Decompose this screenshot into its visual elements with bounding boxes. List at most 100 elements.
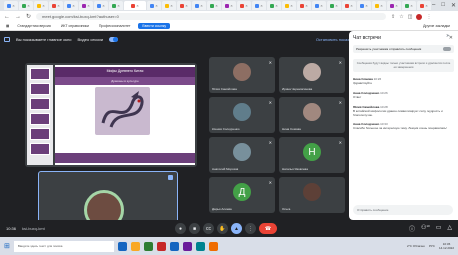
extensions-icon[interactable]: ◫	[408, 14, 413, 20]
url-field[interactable]: meet.google.com/ksi-buxq-kmt?authuser=0	[36, 13, 387, 20]
browser-tab[interactable]: ×	[387, 1, 401, 10]
participant-tile[interactable]: Ольга	[279, 177, 345, 213]
slide-thumbnail[interactable]	[30, 113, 50, 125]
browser-tab[interactable]: ×	[372, 1, 386, 10]
participant-tile[interactable]: ✕ Ирина Черемисинова	[279, 57, 345, 93]
close-tab-icon[interactable]: ×	[320, 3, 322, 8]
mic-icon[interactable]: ●	[175, 223, 186, 234]
close-tab-icon[interactable]: ×	[410, 3, 412, 8]
forward-icon[interactable]: →	[15, 14, 21, 20]
browser-tab[interactable]: ×	[267, 1, 281, 10]
weather-label[interactable]: 2°C Облачно	[407, 244, 425, 248]
profile-avatar[interactable]	[416, 13, 423, 20]
browser-tab[interactable]: ×	[49, 1, 63, 10]
taskbar-app-icon[interactable]	[143, 241, 153, 251]
bookmark-highlighted[interactable]: Ввести ссылку	[138, 23, 171, 29]
browser-tab[interactable]: ×	[402, 1, 416, 10]
taskbar-app-icon[interactable]	[130, 241, 140, 251]
present-icon[interactable]: ▲	[231, 223, 242, 234]
back-icon[interactable]: ←	[4, 14, 10, 20]
minimize-icon[interactable]: –	[432, 2, 435, 9]
browser-tab[interactable]: ×	[222, 1, 236, 10]
taskbar-search-input[interactable]: Введите здесь текст для поиска	[13, 240, 114, 252]
more-options-icon[interactable]: ⋮	[245, 223, 256, 234]
close-tab-icon[interactable]: ×	[57, 3, 59, 8]
browser-tab[interactable]: ×	[252, 1, 266, 10]
browser-tab[interactable]: ×	[192, 1, 206, 10]
close-tab-icon[interactable]: ×	[275, 3, 277, 8]
browser-tab[interactable]: ×	[327, 1, 341, 10]
browser-tab[interactable]: ×	[297, 1, 311, 10]
close-tab-icon[interactable]: ×	[42, 3, 44, 8]
chat-message-input[interactable]: Отправить сообщение	[353, 205, 453, 215]
slide-thumbnail[interactable]	[30, 143, 50, 155]
browser-tab[interactable]: ×	[19, 1, 33, 10]
other-bookmarks[interactable]: Другие закладки	[421, 23, 452, 29]
close-tab-icon[interactable]: ×	[215, 3, 217, 8]
chat-icon[interactable]: ▭	[436, 224, 442, 233]
close-tab-icon[interactable]: ×	[425, 3, 427, 8]
close-tab-icon[interactable]: ×	[365, 3, 367, 8]
browser-tab[interactable]: ×	[237, 1, 251, 10]
slide-thumbnail[interactable]	[30, 98, 50, 110]
slide-thumbnail[interactable]	[30, 128, 50, 140]
browser-tab[interactable]: ×	[94, 1, 108, 10]
reload-icon[interactable]: ↻	[26, 13, 31, 20]
close-tab-icon[interactable]: ×	[200, 3, 202, 8]
browser-tab[interactable]: ×	[162, 1, 176, 10]
captions-icon[interactable]: cc	[203, 223, 214, 234]
close-tab-icon[interactable]: ×	[395, 3, 397, 8]
close-tab-icon[interactable]: ×	[27, 3, 29, 8]
slide-thumbnail[interactable]	[30, 83, 50, 95]
star-icon[interactable]: ☆	[399, 14, 403, 20]
close-tab-icon[interactable]: ×	[260, 3, 262, 8]
language-label[interactable]: РУС	[429, 244, 435, 248]
participant-tile[interactable]: ✕ Нина Сомова	[279, 97, 345, 133]
close-tab-icon[interactable]: ×	[335, 3, 337, 8]
bookmark-item[interactable]: ИКТ справочники	[59, 23, 91, 29]
browser-tab[interactable]: ×	[207, 1, 221, 10]
close-tab-icon[interactable]: ×	[185, 3, 187, 8]
windows-start-icon[interactable]: ⊞	[4, 242, 10, 250]
participant-tile[interactable]: ✕ Ксения Солодченко	[209, 97, 275, 133]
present-toggle[interactable]	[109, 37, 119, 42]
share-icon[interactable]: ⇪	[391, 14, 395, 20]
close-tab-icon[interactable]: ×	[102, 3, 104, 8]
send-icon[interactable]: ➤	[446, 33, 450, 213]
browser-tab[interactable]: ×	[282, 1, 296, 10]
info-icon[interactable]: ⓘ	[409, 224, 415, 233]
close-tab-icon[interactable]: ×	[87, 3, 89, 8]
participant-tile[interactable]: Н ✕ Наталья Яковлева	[279, 137, 345, 173]
taskbar-app-icon[interactable]	[195, 241, 205, 251]
participant-tile[interactable]: ✕ Юлия Самойлова	[209, 57, 275, 93]
close-tab-icon[interactable]: ×	[72, 3, 74, 8]
clock[interactable]: 10:36 14.12.2022	[439, 242, 454, 250]
browser-tab[interactable]: ×	[109, 1, 123, 10]
hang-up-button[interactable]: ☎	[259, 223, 277, 234]
participant-tile[interactable]: Д ✕ Дарья Алиева	[209, 177, 275, 213]
browser-tab[interactable]: ×	[79, 1, 93, 10]
browser-tab[interactable]: ×	[124, 1, 146, 10]
browser-tab[interactable]: ×	[34, 1, 48, 10]
close-tab-icon[interactable]: ×	[380, 3, 382, 8]
taskbar-app-icon[interactable]	[208, 241, 218, 251]
browser-tab[interactable]: ×	[177, 1, 191, 10]
close-tab-icon[interactable]: ×	[117, 3, 119, 8]
close-tab-icon[interactable]: ×	[136, 3, 138, 8]
browser-tab[interactable]: ×	[4, 1, 18, 10]
slide-thumbnail[interactable]	[30, 68, 50, 80]
close-tab-icon[interactable]: ×	[290, 3, 292, 8]
raise-hand-icon[interactable]: ✋	[217, 223, 228, 234]
bookmark-item[interactable]: Стандартная версия	[15, 23, 53, 29]
close-tab-icon[interactable]: ×	[245, 3, 247, 8]
taskbar-app-icon[interactable]	[156, 241, 166, 251]
shared-screen-tile[interactable]: Мифы Древнего Китая Драконы в культуре	[25, 63, 197, 167]
browser-tab[interactable]: ×	[342, 1, 356, 10]
close-tab-icon[interactable]: ×	[155, 3, 157, 8]
taskbar-app-icon[interactable]	[169, 241, 179, 251]
people-icon[interactable]: ⚇10	[421, 224, 430, 233]
close-tab-icon[interactable]: ×	[350, 3, 352, 8]
close-tab-icon[interactable]: ×	[230, 3, 232, 8]
close-window-icon[interactable]: ✕	[451, 2, 456, 9]
more-options-icon[interactable]	[168, 175, 173, 180]
